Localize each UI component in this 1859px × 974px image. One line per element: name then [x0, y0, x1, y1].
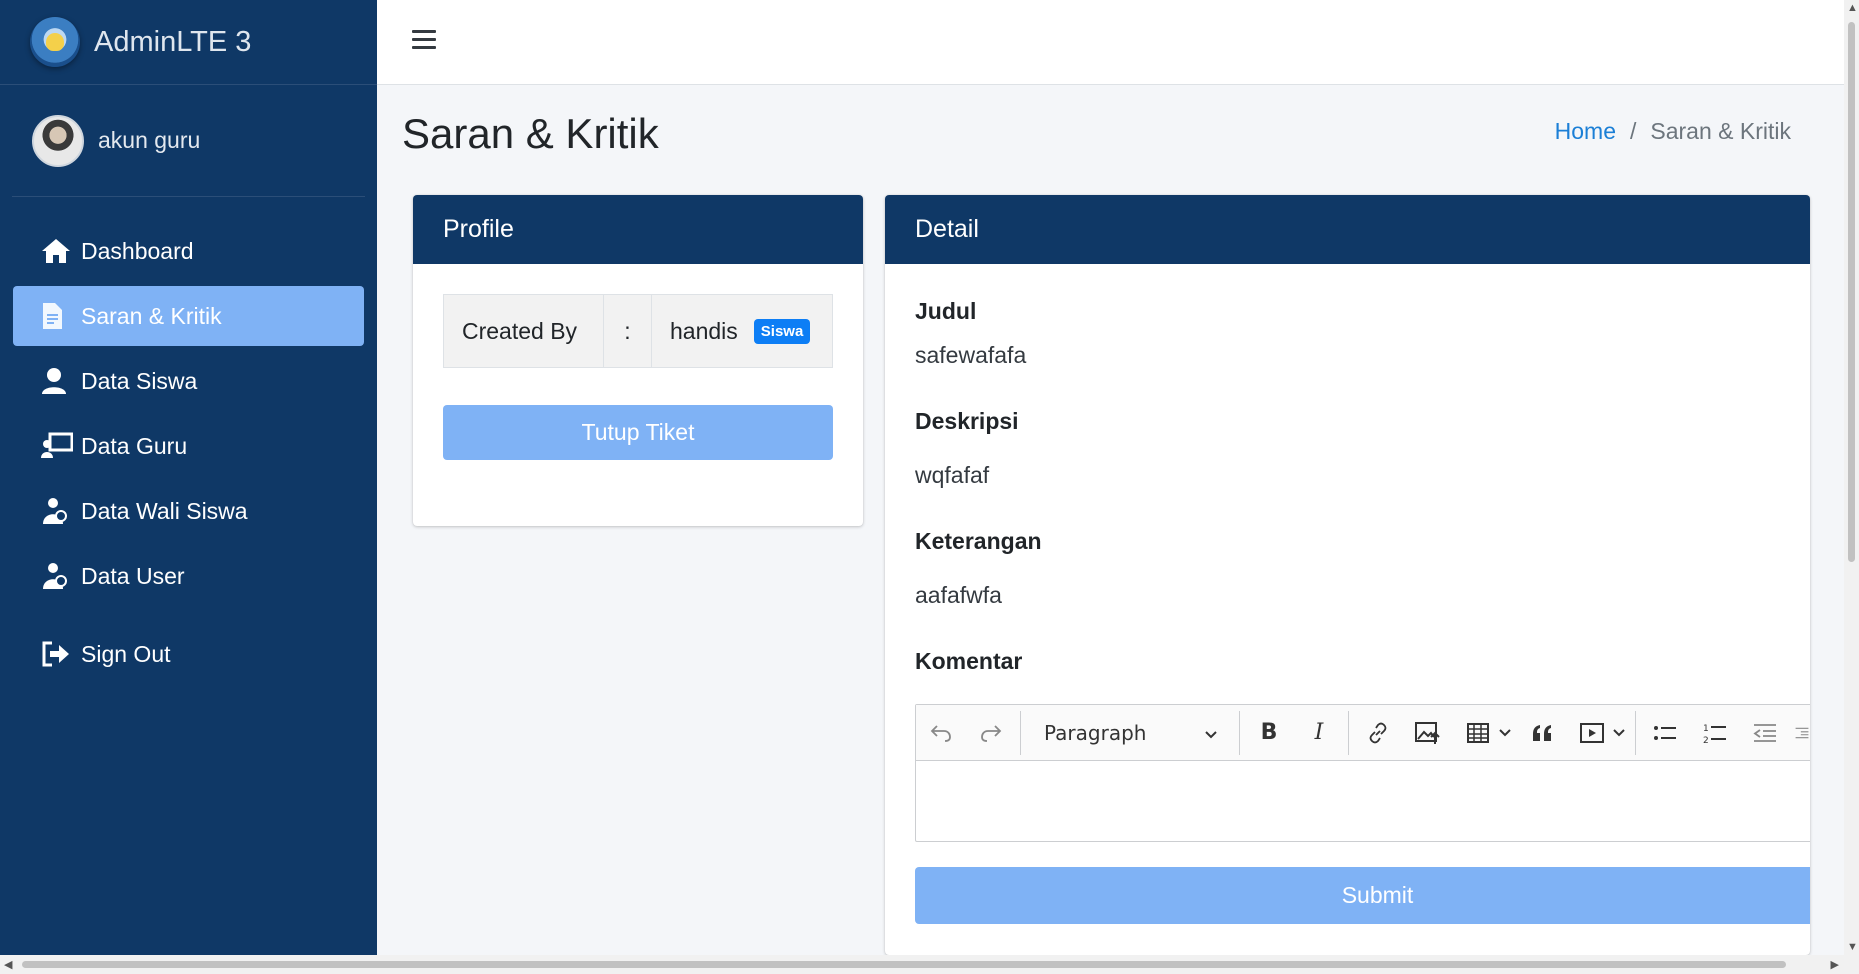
outdent-icon[interactable]	[1745, 713, 1785, 753]
sidebar-item-sign-out[interactable]: Sign Out	[13, 624, 364, 684]
sidebar-item-label: Data Siswa	[81, 367, 198, 394]
redo-icon[interactable]	[971, 713, 1011, 753]
vertical-scrollbar-thumb[interactable]	[1848, 22, 1855, 562]
sidebar-item-dashboard[interactable]: Dashboard	[13, 221, 364, 281]
brand-name: AdminLTE 3	[94, 25, 252, 58]
sidebar-item-data-user[interactable]: Data User	[13, 546, 364, 606]
sidebar-item-label: Dashboard	[81, 237, 194, 264]
image-upload-icon[interactable]	[1408, 713, 1448, 753]
scroll-up-icon[interactable]: ▲	[1847, 2, 1858, 14]
svg-text:1: 1	[1703, 724, 1709, 734]
breadcrumb: Home / Saran & Kritik	[1555, 118, 1791, 145]
role-badge: Siswa	[753, 318, 811, 344]
brand-link[interactable]: AdminLTE 3	[0, 0, 377, 85]
sidebar-item-data-guru[interactable]: Data Guru	[13, 416, 364, 476]
link-icon[interactable]	[1358, 713, 1398, 753]
parent-child-icon	[41, 497, 81, 525]
sidebar-item-label: Saran & Kritik	[81, 302, 222, 329]
vertical-scrollbar[interactable]: ▲ ▼	[1844, 0, 1859, 955]
file-text-icon	[41, 302, 81, 330]
komentar-label: Komentar	[915, 648, 1023, 674]
keterangan-value: aafafwfa	[915, 581, 1002, 608]
keterangan-label: Keterangan	[915, 528, 1042, 554]
scroll-down-icon[interactable]: ▼	[1847, 941, 1858, 953]
menu-toggle-icon[interactable]	[412, 30, 436, 54]
close-ticket-button[interactable]: Tutup Tiket	[443, 405, 833, 460]
breadcrumb-current: Saran & Kritik	[1650, 118, 1791, 144]
numbered-list-icon[interactable]: 12	[1695, 713, 1735, 753]
top-navbar	[377, 0, 1844, 85]
horizontal-scrollbar-thumb[interactable]	[22, 961, 1786, 968]
created-by-value: handis	[670, 317, 738, 344]
italic-icon[interactable]: I	[1299, 713, 1339, 753]
sidebar-item-label: Data User	[81, 562, 185, 589]
deskripsi-label: Deskripsi	[915, 408, 1019, 434]
bulleted-list-icon[interactable]	[1645, 713, 1685, 753]
sidebar-item-data-siswa[interactable]: Data Siswa	[13, 351, 364, 411]
horizontal-scrollbar[interactable]: ◀ ▶	[0, 955, 1859, 974]
toolbar-separator	[1635, 710, 1636, 755]
judul-value: safewafafa	[915, 341, 1027, 368]
chevron-down-icon[interactable]	[1498, 713, 1512, 753]
user-name[interactable]: akun guru	[98, 127, 200, 154]
colon-separator: :	[604, 295, 652, 367]
breadcrumb-home-link[interactable]: Home	[1555, 118, 1616, 145]
detail-fields: Judul safewafafa Deskripsi wqfafaf Keter…	[915, 295, 1810, 685]
svg-text:2: 2	[1703, 736, 1709, 744]
bold-icon[interactable]: B	[1249, 713, 1289, 753]
parent-child-icon	[41, 562, 81, 590]
detail-card-title: Detail	[885, 195, 1810, 264]
toolbar-separator	[1348, 710, 1349, 755]
comment-editor: Paragraph B I 1 2	[915, 704, 1810, 842]
profile-card-title: Profile	[413, 195, 863, 264]
scroll-right-icon[interactable]: ▶	[1831, 958, 1839, 971]
created-by-value-cell: handis Siswa	[652, 295, 832, 367]
table-icon[interactable]	[1458, 713, 1498, 753]
chevron-down-icon[interactable]	[1612, 713, 1626, 753]
sidebar-item-label: Data Wali Siswa	[81, 497, 248, 524]
sign-out-icon	[41, 641, 81, 667]
sidebar-item-saran-kritik[interactable]: Saran & Kritik	[13, 286, 364, 346]
user-panel: akun guru	[12, 85, 365, 197]
profile-card: Profile Created By : handis Siswa Tutup …	[413, 195, 863, 526]
page-title: Saran & Kritik	[402, 110, 659, 157]
avatar	[32, 114, 84, 167]
undo-icon[interactable]	[921, 713, 961, 753]
deskripsi-value: wqfafaf	[915, 461, 990, 488]
chevron-down-icon	[1204, 721, 1218, 745]
indent-icon[interactable]	[1795, 713, 1809, 753]
home-icon	[41, 237, 81, 265]
detail-card: Detail Judul safewafafa Deskripsi wqfafa…	[885, 195, 1810, 955]
toolbar-separator	[1020, 710, 1021, 755]
sidebar: AdminLTE 3 akun guru Dashboard Saran & K…	[0, 0, 377, 955]
breadcrumb-separator: /	[1630, 118, 1637, 144]
sidebar-item-data-wali-siswa[interactable]: Data Wali Siswa	[13, 481, 364, 541]
paragraph-format-value: Paragraph	[1044, 720, 1147, 745]
editor-toolbar: Paragraph B I 1 2	[916, 705, 1810, 761]
sidebar-item-label: Data Guru	[81, 432, 188, 459]
created-by-label: Created By	[444, 295, 604, 367]
created-by-table: Created By : handis Siswa	[443, 294, 833, 368]
scroll-left-icon[interactable]: ◀	[4, 958, 12, 971]
sidebar-nav: Dashboard Saran & Kritik Data Siswa Data…	[0, 221, 377, 684]
sidebar-item-label: Sign Out	[81, 640, 171, 667]
paragraph-format-dropdown[interactable]: Paragraph	[1030, 713, 1230, 753]
toolbar-separator	[1239, 710, 1240, 755]
submit-button[interactable]: Submit	[915, 867, 1810, 924]
brand-logo	[30, 17, 80, 67]
chalkboard-teacher-icon	[41, 432, 81, 460]
comment-editor-content[interactable]	[916, 761, 1810, 841]
user-icon	[41, 367, 81, 395]
blockquote-icon[interactable]	[1522, 713, 1562, 753]
judul-label: Judul	[915, 298, 977, 324]
media-embed-icon[interactable]	[1572, 713, 1612, 753]
